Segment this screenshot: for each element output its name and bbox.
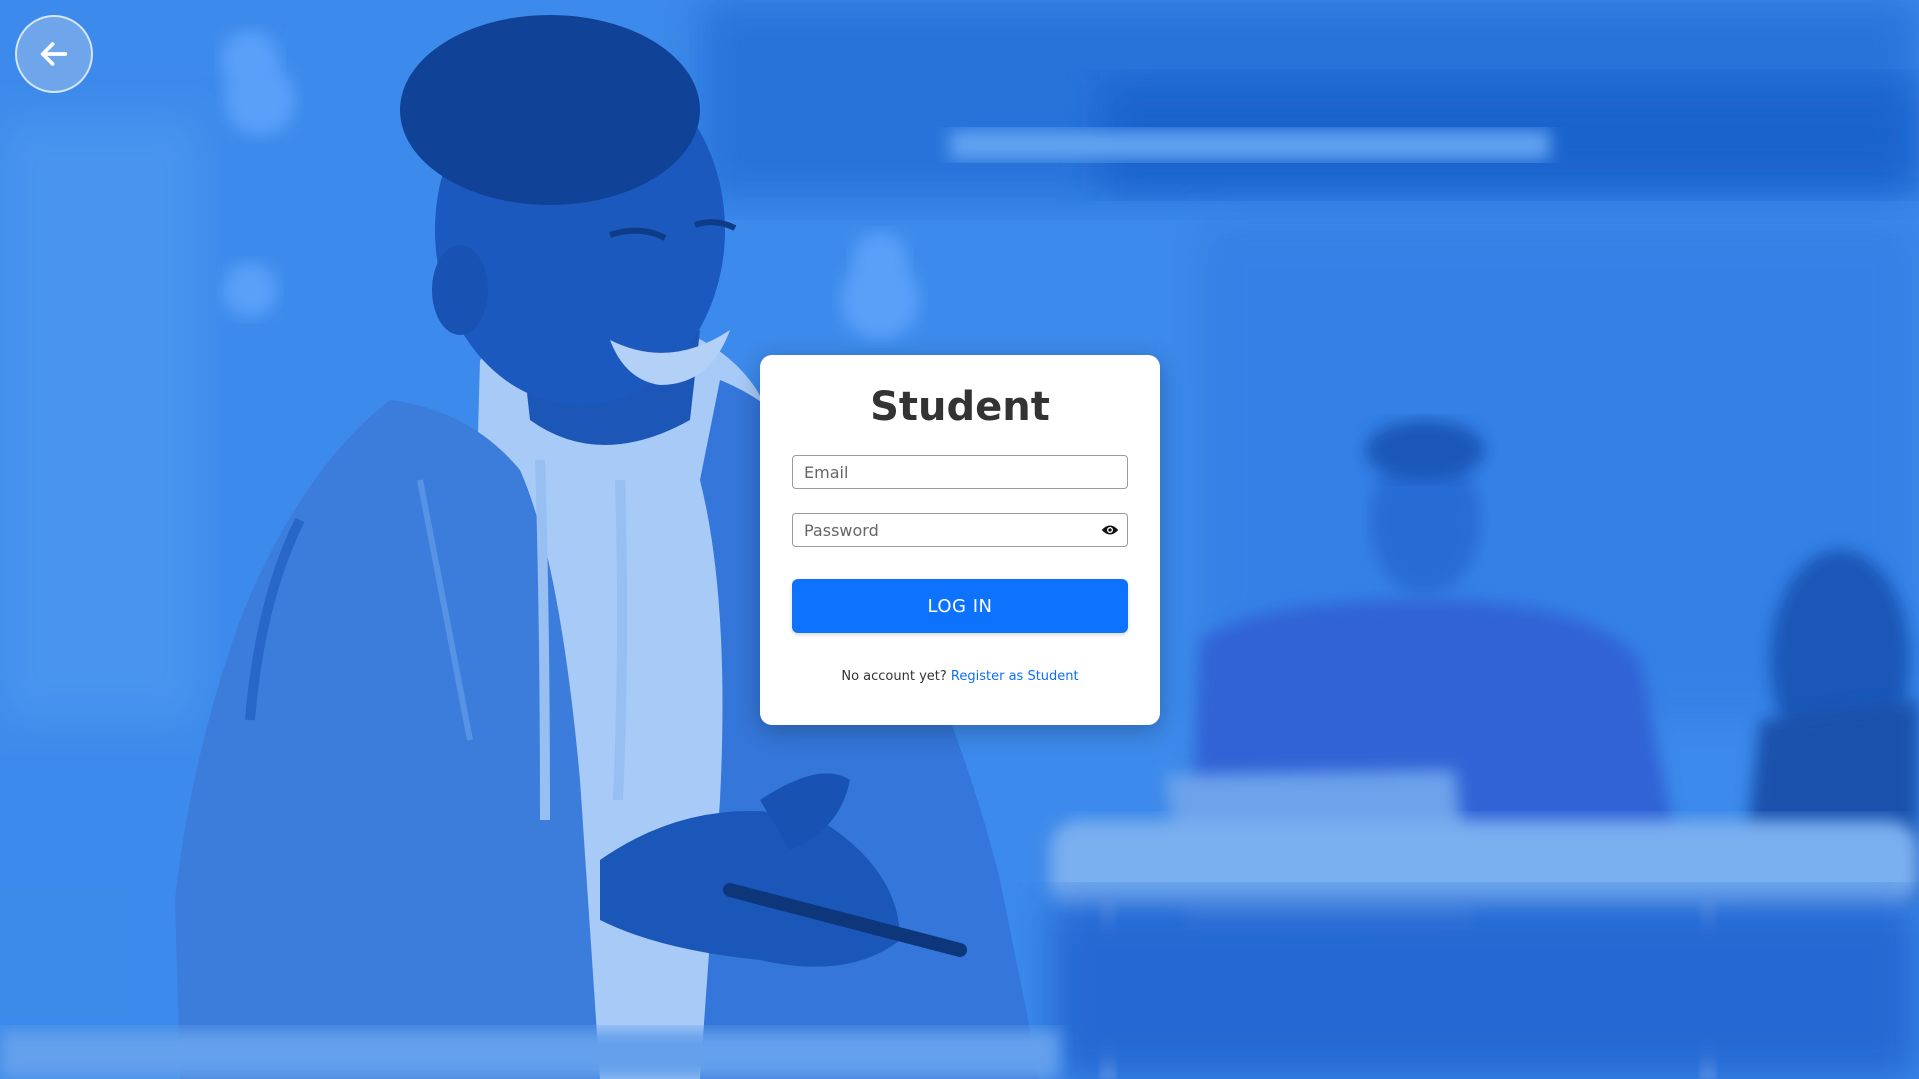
eye-icon — [1101, 525, 1119, 535]
show-password-toggle[interactable] — [1100, 520, 1120, 540]
back-button[interactable] — [15, 15, 93, 93]
email-field-wrapper — [792, 455, 1128, 489]
register-link[interactable]: Register as Student — [951, 669, 1079, 684]
page-title: Student — [870, 384, 1050, 430]
register-prompt: No account yet? Register as Student — [792, 669, 1128, 684]
login-button[interactable]: LOG IN — [792, 579, 1128, 633]
password-input[interactable] — [792, 513, 1128, 547]
no-account-text: No account yet? — [841, 669, 947, 684]
login-card: Student LOG IN No account yet? Register … — [760, 355, 1160, 725]
email-input[interactable] — [792, 455, 1128, 489]
password-field-wrapper — [792, 513, 1128, 547]
arrow-left-icon — [40, 42, 68, 66]
